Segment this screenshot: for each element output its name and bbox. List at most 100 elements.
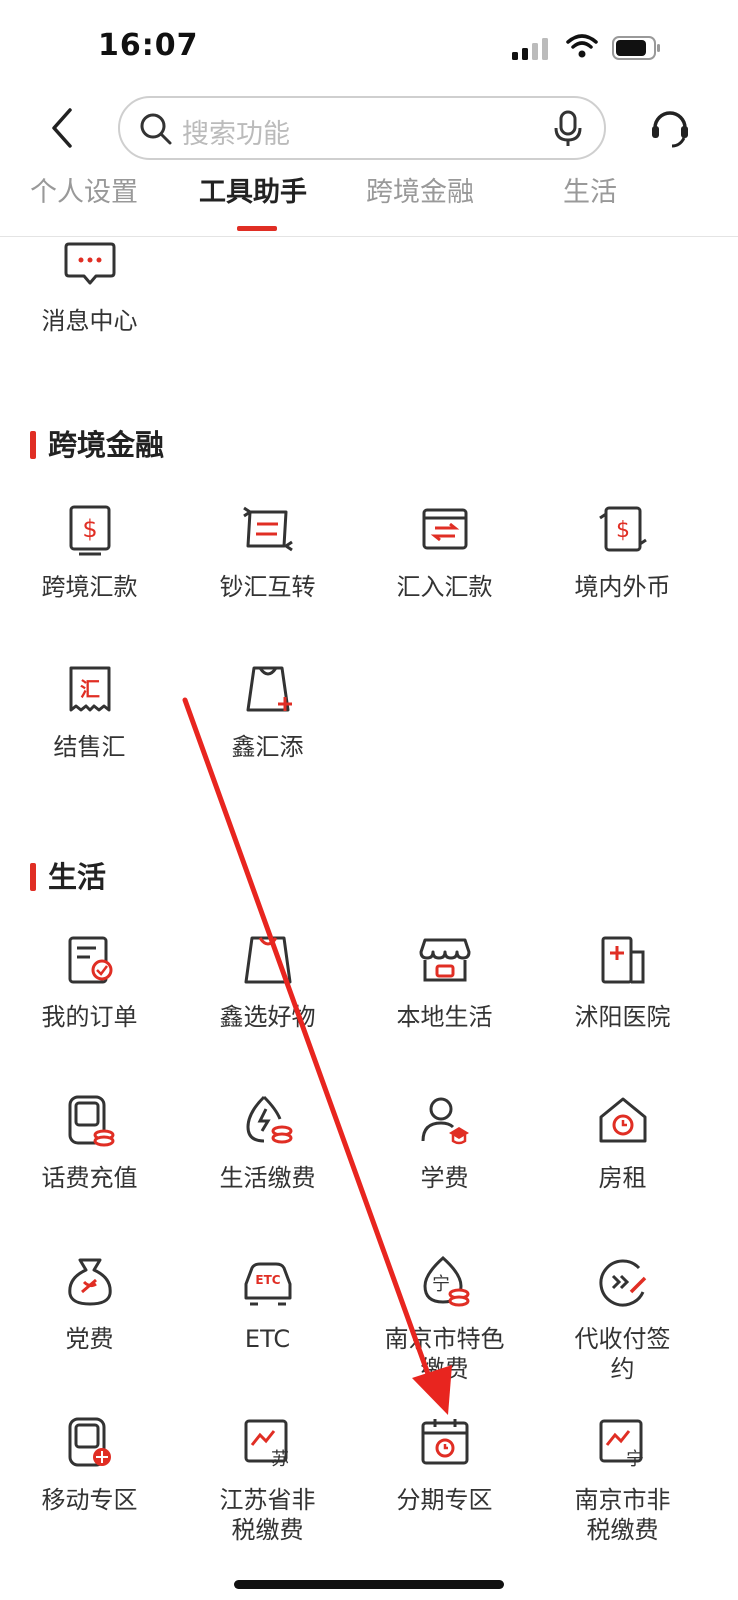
- grid-item-label: 结售汇: [53, 733, 126, 761]
- grid-item-label: ETC: [244, 1325, 291, 1353]
- domestic-foreign-currency-icon: $: [598, 506, 647, 552]
- fx-settlement-icon: 汇: [69, 666, 110, 712]
- inward-remittance-icon: [422, 508, 467, 550]
- grid-item-label: 汇入汇款: [396, 573, 493, 601]
- grid-item-phone-topup[interactable]: 话费充值: [0, 1093, 180, 1193]
- etc-icon: ETC: [244, 1262, 291, 1306]
- grid-item-mobile-zone[interactable]: 移动专区: [0, 1415, 180, 1515]
- active-tab-indicator: [237, 226, 277, 231]
- category-tabs: 个人设置 工具助手 跨境金融 生活: [0, 166, 738, 237]
- grid-item-label: 消息中心: [41, 307, 138, 335]
- svg-text:苏: 苏: [271, 1449, 289, 1470]
- party-fee-icon: [67, 1258, 112, 1306]
- message-center-icon: [64, 242, 115, 285]
- cellular-signal-icon: [512, 38, 548, 60]
- grid-item-label: 本地生活: [396, 1003, 493, 1031]
- grid-item-installment-zone[interactable]: 分期专区: [354, 1415, 535, 1515]
- svg-text:宁: 宁: [432, 1274, 450, 1295]
- grid-item-message-center[interactable]: 消息中心: [0, 236, 180, 336]
- installment-zone-icon: [421, 1419, 468, 1465]
- grid-item-label: 移动专区: [41, 1486, 138, 1514]
- grid-item-label: 沭阳医院: [574, 1003, 671, 1031]
- grid-item-xinhuitian[interactable]: 鑫汇添: [177, 662, 358, 762]
- home-indicator: [234, 1580, 504, 1589]
- xinhuitian-icon: [246, 666, 292, 712]
- grid-item-label: 我的订单: [41, 1003, 138, 1031]
- search-placeholder: 搜索功能: [182, 119, 290, 150]
- nanjing-nontax-icon: 宁: [599, 1419, 644, 1470]
- grid-item-label: 学费: [420, 1164, 469, 1192]
- hospital-icon: [601, 936, 644, 984]
- grid-item-label: 鑫汇添: [231, 733, 304, 761]
- grid-item-label: 跨境汇款: [41, 573, 138, 601]
- grid-item-shopping[interactable]: 鑫选好物: [177, 932, 358, 1032]
- grid-item-label: 分期专区: [396, 1486, 493, 1514]
- section-accent-bar: [30, 431, 36, 459]
- search-input[interactable]: 搜索功能: [118, 96, 606, 160]
- grid-item-rent[interactable]: 房租: [532, 1093, 713, 1193]
- grid-item-hospital[interactable]: 沭阳医院: [532, 932, 713, 1032]
- back-arrow-icon[interactable]: [44, 104, 80, 152]
- grid-item-local-life[interactable]: 本地生活: [354, 932, 535, 1032]
- grid-item-label: 房租: [598, 1164, 647, 1192]
- section-title-cross-border: 跨境金融: [30, 422, 164, 464]
- mobile-zone-icon: [68, 1417, 111, 1467]
- status-time: 16:07: [98, 28, 199, 63]
- shopping-bag-icon: [244, 936, 291, 984]
- grid-item-label: 南京市特色缴费: [384, 1325, 505, 1383]
- tab-tools[interactable]: 工具助手: [199, 170, 307, 209]
- tab-cross-border[interactable]: 跨境金融: [366, 170, 474, 209]
- grid-item-cross-border-remittance[interactable]: $ 跨境汇款: [0, 502, 180, 602]
- section-title-life: 生活: [30, 854, 106, 896]
- tab-personal-settings[interactable]: 个人设置: [30, 170, 138, 209]
- wifi-icon: [566, 34, 598, 58]
- grid-item-collection-payment[interactable]: 代收付签约: [532, 1254, 713, 1384]
- battery-icon: [612, 36, 660, 60]
- grid-item-nanjing-nontax[interactable]: 宁 南京市非税缴费: [532, 1415, 713, 1545]
- section-accent-bar: [30, 863, 36, 891]
- grid-item-label: 代收付签约: [574, 1325, 671, 1383]
- section-title-text: 生活: [48, 860, 107, 894]
- customer-service-icon[interactable]: [650, 106, 690, 150]
- grid-item-etc[interactable]: ETC ETC: [177, 1254, 358, 1354]
- svg-text:宁: 宁: [626, 1449, 644, 1470]
- grid-item-fx-settlement[interactable]: 汇 结售汇: [0, 662, 180, 762]
- tuition-icon: [421, 1097, 469, 1145]
- grid-item-domestic-foreign-currency[interactable]: $ 境内外币: [532, 502, 713, 602]
- phone-topup-icon: [68, 1095, 114, 1147]
- grid-item-label: 境内外币: [574, 573, 671, 601]
- grid-item-party-fee[interactable]: 党费: [0, 1254, 180, 1354]
- grid-item-utility-payment[interactable]: 生活缴费: [177, 1093, 358, 1193]
- grid-item-inward-remittance[interactable]: 汇入汇款: [354, 502, 535, 602]
- utility-payment-icon: [245, 1095, 292, 1144]
- section-title-text: 跨境金融: [48, 428, 165, 462]
- cash-exchange-icon: [242, 506, 293, 552]
- grid-item-label: 南京市非税缴费: [574, 1486, 671, 1544]
- svg-text:$: $: [82, 515, 97, 543]
- collection-payment-icon: [598, 1259, 646, 1307]
- grid-item-label: 生活缴费: [219, 1164, 316, 1192]
- jiangsu-nontax-icon: 苏: [244, 1419, 289, 1470]
- cross-border-remittance-icon: $: [69, 505, 110, 556]
- svg-text:汇: 汇: [80, 677, 100, 701]
- rent-icon: [599, 1097, 646, 1143]
- grid-item-my-orders[interactable]: 我的订单: [0, 932, 180, 1032]
- nanjing-payment-icon: 宁: [422, 1255, 469, 1307]
- search-icon: [140, 113, 172, 145]
- svg-text:ETC: ETC: [255, 1273, 280, 1287]
- grid-item-nanjing-payment[interactable]: 宁 南京市特色缴费: [354, 1254, 535, 1384]
- grid-item-label: 党费: [65, 1325, 114, 1353]
- grid-item-tuition[interactable]: 学费: [354, 1093, 535, 1193]
- grid-item-label: 鑫选好物: [219, 1003, 316, 1031]
- svg-text:$: $: [616, 518, 630, 543]
- my-orders-icon: [68, 936, 112, 984]
- grid-item-jiangsu-nontax[interactable]: 苏 江苏省非税缴费: [177, 1415, 358, 1545]
- grid-item-cash-exchange[interactable]: 钞汇互转: [177, 502, 358, 602]
- microphone-icon[interactable]: [554, 110, 582, 148]
- local-store-icon: [419, 938, 470, 982]
- top-bar: 搜索功能: [0, 92, 738, 166]
- tab-life[interactable]: 生活: [563, 170, 617, 209]
- grid-item-label: 江苏省非税缴费: [219, 1486, 316, 1544]
- grid-item-label: 钞汇互转: [219, 573, 316, 601]
- status-bar: 16:07: [0, 0, 738, 90]
